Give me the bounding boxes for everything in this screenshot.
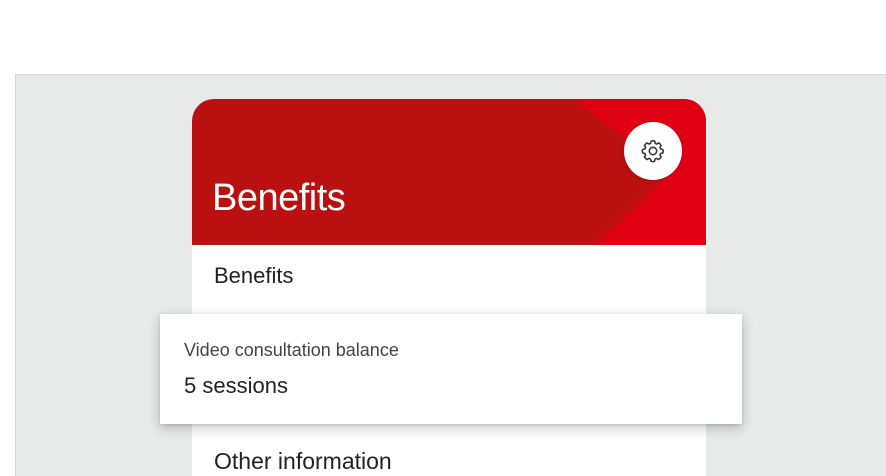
page-title: Benefits xyxy=(212,177,346,219)
gear-icon xyxy=(641,139,665,163)
card-header: Benefits xyxy=(192,99,706,245)
balance-label: Video consultation balance xyxy=(184,340,399,360)
video-consultation-balance-card[interactable]: Video consultation balance 5 sessions xyxy=(160,314,742,424)
settings-button[interactable] xyxy=(624,122,682,180)
header-decoration xyxy=(572,99,706,245)
benefits-section-heading: Benefits xyxy=(214,263,294,288)
other-information-item[interactable]: Other information xyxy=(214,448,392,475)
screen: Benefits Benefits Other information Vide… xyxy=(0,0,886,476)
balance-value: 5 sessions xyxy=(184,373,288,398)
